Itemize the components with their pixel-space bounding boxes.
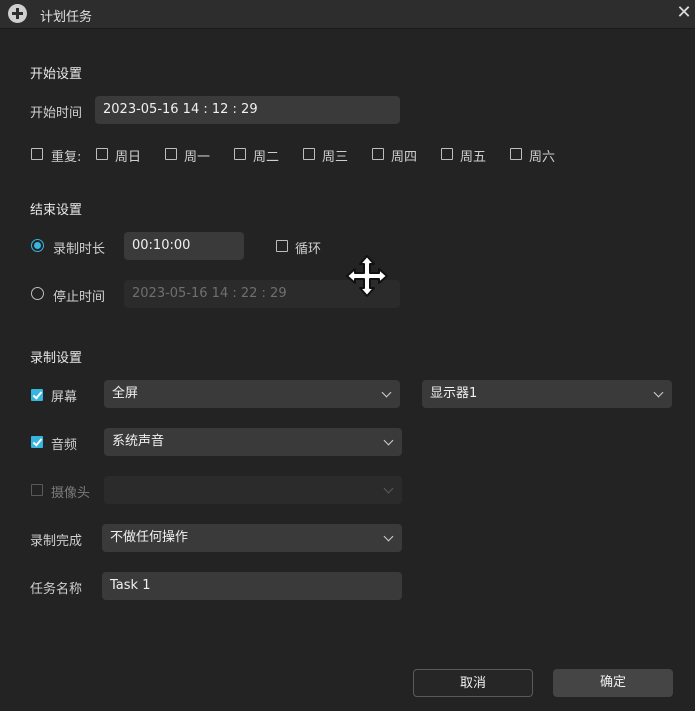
day-label-tue: 周二 (253, 150, 280, 165)
day-label-thu: 周四 (391, 150, 418, 165)
cancel-button[interactable]: 取消 (413, 669, 533, 697)
duration-radio[interactable] (31, 239, 44, 252)
camera-checkbox[interactable] (31, 484, 43, 496)
loop-checkbox[interactable] (276, 240, 288, 252)
loop-label: 循环 (295, 242, 322, 257)
finish-label: 录制完成 (30, 534, 83, 549)
camera-label: 摄像头 (51, 486, 91, 501)
screen-checkbox[interactable] (31, 389, 43, 401)
move-cursor-icon (346, 255, 388, 297)
task-name-input[interactable]: Task 1 (102, 572, 402, 600)
day-label-wed: 周三 (322, 150, 349, 165)
window-title: 计划任务 (40, 10, 93, 25)
day-checkbox-sat[interactable] (510, 148, 522, 160)
repeat-checkbox[interactable] (31, 148, 43, 160)
screen-label: 屏幕 (51, 390, 78, 405)
day-checkbox-fri[interactable] (441, 148, 453, 160)
day-checkbox-tue[interactable] (234, 148, 246, 160)
day-label-sat: 周六 (529, 150, 556, 165)
close-icon[interactable]: ✕ (674, 3, 694, 23)
audio-select[interactable]: 系统声音 (104, 428, 402, 456)
day-checkbox-wed[interactable] (303, 148, 315, 160)
audio-label: 音频 (51, 438, 78, 453)
add-circle-icon (8, 4, 27, 23)
record-section-title: 录制设置 (30, 351, 83, 366)
repeat-label: 重复: (51, 150, 82, 165)
end-section-title: 结束设置 (30, 203, 83, 218)
duration-label: 录制时长 (53, 242, 106, 257)
task-name-label: 任务名称 (30, 582, 83, 597)
screen-select[interactable]: 全屏 (104, 380, 400, 408)
day-label-fri: 周五 (460, 150, 487, 165)
audio-checkbox[interactable] (31, 436, 43, 448)
day-checkbox-thu[interactable] (372, 148, 384, 160)
stop-time-radio[interactable] (31, 287, 44, 300)
display-select[interactable]: 显示器1 (422, 380, 672, 408)
finish-select[interactable]: 不做任何操作 (102, 524, 402, 552)
duration-input[interactable]: 00:10:00 (124, 232, 244, 260)
stop-time-label: 停止时间 (53, 290, 106, 305)
day-checkbox-sun[interactable] (96, 148, 108, 160)
day-label-sun: 周日 (115, 150, 142, 165)
ok-button[interactable]: 确定 (553, 669, 673, 697)
day-checkbox-mon[interactable] (165, 148, 177, 160)
camera-select[interactable] (104, 476, 402, 504)
start-time-input[interactable]: 2023-05-16 14 : 12 : 29 (95, 96, 400, 124)
title-bar: 计划任务 ✕ (0, 0, 695, 29)
start-time-label: 开始时间 (30, 106, 83, 121)
day-label-mon: 周一 (184, 150, 211, 165)
start-section-title: 开始设置 (30, 67, 83, 82)
